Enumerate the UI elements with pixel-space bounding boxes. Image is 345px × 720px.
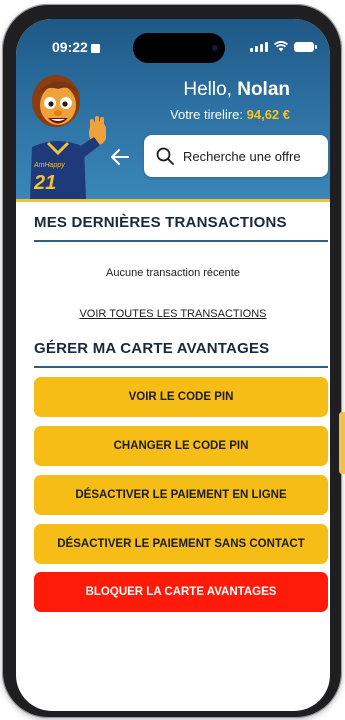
notification-icon xyxy=(90,44,100,53)
card-management-title: GÉRER MA CARTE AVANTAGES xyxy=(34,340,270,357)
user-name: Nolan xyxy=(237,79,290,100)
greeting-prefix: Hello, xyxy=(183,79,232,100)
transactions-divider xyxy=(34,240,328,242)
wifi-icon xyxy=(274,41,288,52)
status-bar-icons xyxy=(250,41,317,52)
back-arrow-icon[interactable] xyxy=(108,145,132,169)
signal-icon xyxy=(250,41,268,52)
card-management-divider xyxy=(34,366,328,368)
phone-frame: 09:22 AmHappy 21 Hello, Nolan Votre tire… xyxy=(2,4,342,718)
view-all-transactions-link[interactable]: VOIR TOUTES LES TRANSACTIONS xyxy=(16,308,330,320)
piggy-bank-balance: Votre tirelire: 94,62 € xyxy=(170,107,290,122)
search-icon xyxy=(156,147,174,165)
app-header: 09:22 AmHappy 21 Hello, Nolan Votre tire… xyxy=(16,19,330,199)
piggy-amount: 94,62 € xyxy=(246,107,290,122)
svg-text:21: 21 xyxy=(33,172,56,194)
no-transactions-message: Aucune transaction récente xyxy=(106,267,240,279)
piggy-label: Votre tirelire: xyxy=(170,107,243,122)
search-placeholder: Recherche une offre xyxy=(183,148,301,164)
mascot-illustration: AmHappy 21 xyxy=(30,75,106,199)
app-screen: 09:22 AmHappy 21 Hello, Nolan Votre tire… xyxy=(16,19,330,711)
svg-text:AmHappy: AmHappy xyxy=(33,162,65,169)
transactions-title: MES DERNIÈRES TRANSACTIONS xyxy=(34,214,287,231)
status-bar-time: 09:22 xyxy=(52,39,100,55)
clock-text: 09:22 xyxy=(52,39,88,55)
change-pin-button[interactable]: CHANGER LE CODE PIN xyxy=(34,426,328,466)
battery-icon xyxy=(294,41,317,52)
header-accent-line xyxy=(16,199,330,202)
search-offer-field[interactable]: Recherche une offre xyxy=(144,135,328,177)
disable-online-payment-button[interactable]: DÉSACTIVER LE PAIEMENT EN LIGNE xyxy=(34,475,328,515)
block-card-button[interactable]: BLOQUER LA CARTE AVANTAGES xyxy=(34,572,328,612)
view-pin-button[interactable]: VOIR LE CODE PIN xyxy=(34,377,328,417)
disable-contactless-payment-button[interactable]: DÉSACTIVER LE PAIEMENT SANS CONTACT xyxy=(34,524,328,564)
dynamic-island xyxy=(133,33,225,63)
greeting-text: Hello, Nolan xyxy=(183,79,290,101)
side-tab[interactable] xyxy=(339,412,345,474)
camera-icon xyxy=(212,45,218,51)
